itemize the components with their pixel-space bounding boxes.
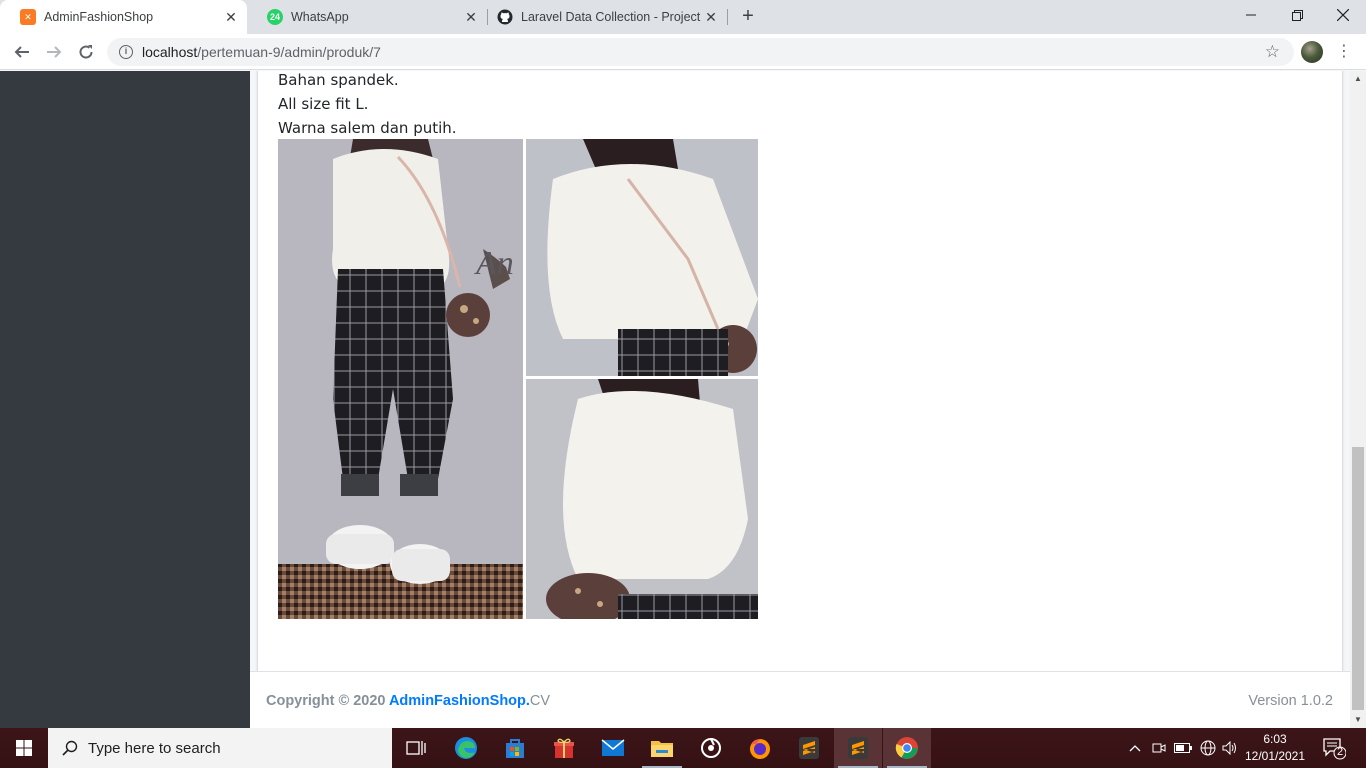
- new-tab-button[interactable]: +: [737, 5, 759, 27]
- page-scrollbar[interactable]: ▲ ▼: [1350, 71, 1366, 728]
- page-footer: Copyright © 2020 AdminFashionShop.CV Ver…: [250, 671, 1350, 728]
- product-image: An: [278, 139, 758, 619]
- tab-title: Laravel Data Collection - Project: [521, 10, 701, 24]
- scroll-down-arrow-icon[interactable]: ▼: [1350, 712, 1366, 728]
- search-placeholder: Type here to search: [88, 739, 221, 757]
- volume-icon[interactable]: [1220, 728, 1240, 768]
- main-content: Bahan spandek. All size fit L. Warna sal…: [250, 71, 1350, 728]
- scrollbar-thumb[interactable]: [1352, 447, 1364, 710]
- minimize-button[interactable]: [1228, 0, 1274, 30]
- gift-app-icon[interactable]: [540, 728, 588, 768]
- windows-start-button[interactable]: [0, 728, 48, 768]
- notification-count-badge: 2: [1336, 746, 1344, 758]
- tab-whatsapp[interactable]: 24 WhatsApp ✕: [247, 0, 487, 34]
- tab-title: AdminFashionShop: [44, 10, 154, 24]
- sublime-text-icon[interactable]: [785, 728, 833, 768]
- reload-button[interactable]: [72, 38, 100, 66]
- browser-menu-icon[interactable]: ⋮: [1336, 40, 1352, 64]
- windows-taskbar: Type here to search 6:03 12/01/2021 2: [0, 728, 1366, 768]
- close-window-button[interactable]: [1320, 0, 1366, 30]
- clock-date: 12/01/2021: [1244, 749, 1306, 763]
- microsoft-store-icon[interactable]: [491, 728, 539, 768]
- tab-title: WhatsApp: [291, 10, 349, 24]
- tab-laravel-data-collection[interactable]: Laravel Data Collection - Project ✕: [477, 0, 727, 34]
- action-center-icon[interactable]: 2: [1322, 736, 1347, 760]
- tab-separator: [727, 9, 728, 25]
- forward-button[interactable]: [40, 38, 68, 66]
- task-view-icon[interactable]: [392, 728, 440, 768]
- system-clock[interactable]: 6:03 12/01/2021: [1240, 731, 1310, 765]
- github-icon: [497, 9, 513, 25]
- site-info-icon[interactable]: i: [119, 45, 133, 59]
- sublime-text-icon[interactable]: [834, 728, 882, 768]
- close-tab-icon[interactable]: ✕: [703, 9, 719, 25]
- file-explorer-icon[interactable]: [638, 728, 686, 768]
- firefox-icon[interactable]: [736, 728, 784, 768]
- back-button[interactable]: [8, 38, 36, 66]
- address-bar[interactable]: i localhost/pertemuan-9/admin/produk/7 ☆: [107, 38, 1294, 66]
- meet-now-icon[interactable]: [1149, 728, 1169, 768]
- chrome-icon[interactable]: [883, 728, 931, 768]
- search-icon: [62, 740, 78, 756]
- tab-adminfashionshop[interactable]: ✕ AdminFashionShop ✕: [0, 0, 247, 34]
- version-text: Version 1.0.2: [1248, 693, 1333, 709]
- copyright-text: Copyright © 2020 AdminFashionShop.CV: [266, 693, 551, 709]
- product-detail-card: Bahan spandek. All size fit L. Warna sal…: [258, 71, 1342, 727]
- browser-toolbar: i localhost/pertemuan-9/admin/produk/7 ☆: [0, 34, 1366, 70]
- url-text: localhost/pertemuan-9/admin/produk/7: [142, 44, 381, 60]
- scroll-up-arrow-icon[interactable]: ▲: [1350, 71, 1366, 87]
- browser-tab-strip: ✕ AdminFashionShop ✕ 24 WhatsApp ✕ Larav…: [0, 0, 1366, 34]
- whatsapp-icon: 24: [267, 9, 283, 25]
- product-description-line: All size fit L.: [278, 95, 369, 113]
- media-player-icon[interactable]: [687, 728, 735, 768]
- mail-icon[interactable]: [589, 728, 637, 768]
- restore-button[interactable]: [1274, 0, 1320, 30]
- bookmark-star-icon[interactable]: ☆: [1265, 42, 1280, 62]
- brand-link[interactable]: AdminFashionShop.: [389, 693, 530, 709]
- battery-icon[interactable]: [1172, 728, 1194, 768]
- product-description-line: Warna salem dan putih.: [278, 119, 457, 137]
- network-globe-icon[interactable]: [1197, 728, 1219, 768]
- taskbar-search-box[interactable]: Type here to search: [48, 728, 392, 768]
- xampp-icon: ✕: [20, 9, 36, 25]
- clock-time: 6:03: [1263, 732, 1287, 746]
- profile-avatar[interactable]: [1301, 41, 1323, 63]
- product-description-line: Bahan spandek.: [278, 71, 399, 89]
- svg-text:An: An: [474, 245, 514, 282]
- edge-icon[interactable]: [442, 728, 490, 768]
- show-hidden-icons-chevron-icon[interactable]: [1124, 728, 1146, 768]
- close-tab-icon[interactable]: ✕: [223, 9, 239, 25]
- admin-sidebar: [0, 71, 250, 728]
